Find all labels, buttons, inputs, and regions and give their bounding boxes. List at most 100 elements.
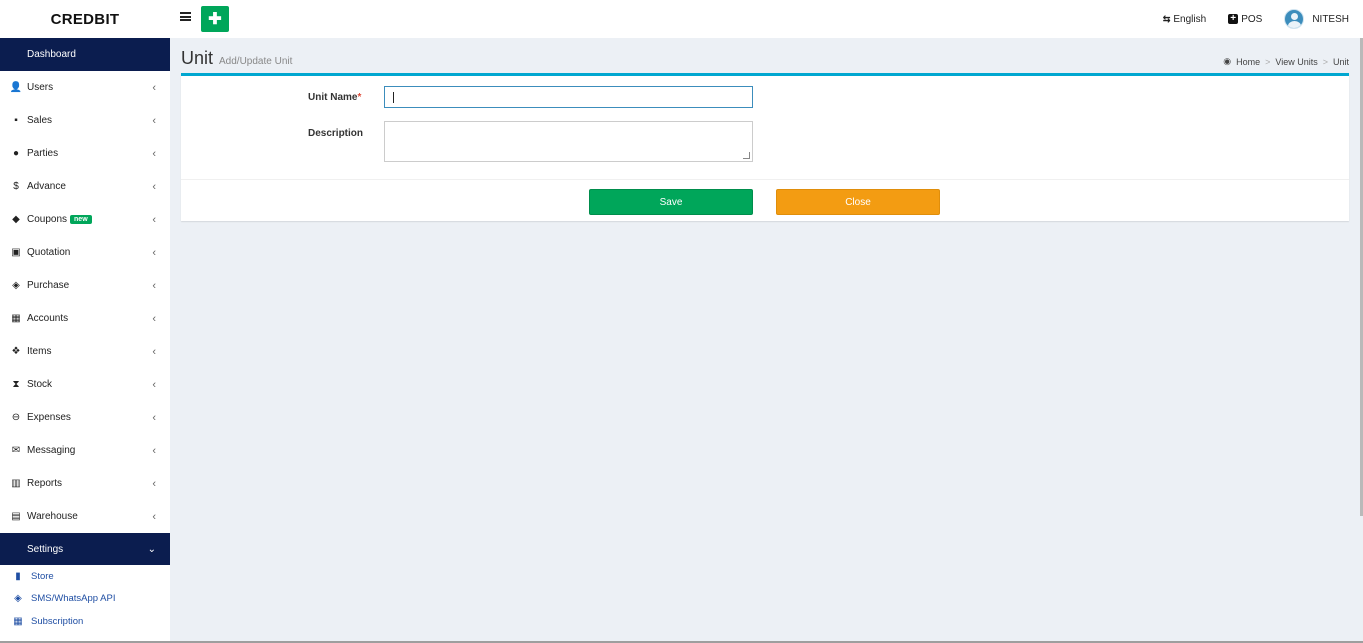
- building-icon: ▤: [11, 511, 21, 522]
- save-button[interactable]: Save: [589, 189, 753, 215]
- dashboard-icon: ◉: [1223, 56, 1232, 66]
- sidebar-item-accounts[interactable]: ▦ Accounts ‹: [0, 302, 170, 335]
- sidebar-subitem-sms-whatsapp-api[interactable]: ◈ SMS/WhatsApp API: [0, 588, 170, 611]
- close-button[interactable]: Close: [776, 189, 940, 215]
- sidebar-item-label: Parties: [27, 148, 59, 159]
- description-label: Description: [308, 128, 364, 139]
- sidebar-item-label: Quotation: [27, 247, 71, 258]
- chevron-left-icon: ‹: [152, 279, 156, 292]
- breadcrumb-separator: >: [1322, 56, 1328, 67]
- unit-form-box: Unit Name* Description Save Close: [181, 73, 1349, 221]
- sidebar-item-advance[interactable]: $ Advance ‹: [0, 170, 170, 203]
- sidebar-item-label: Messaging: [27, 445, 76, 456]
- sidebar-item-reports[interactable]: ▥ Reports ‹: [0, 467, 170, 500]
- sidebar-subitem-subscription[interactable]: ▦ Subscription: [0, 610, 170, 633]
- briefcase-icon: ▮: [15, 570, 21, 582]
- chevron-left-icon: ‹: [152, 444, 156, 457]
- top-navbar: CREDBIT ✚ ⇆ English + POS NITESH: [0, 0, 1363, 38]
- user-menu[interactable]: NITESH: [1284, 9, 1349, 29]
- language-label: English: [1173, 13, 1207, 25]
- chevron-left-icon: ‹: [152, 312, 156, 325]
- sidebar-item-label: Reports: [27, 478, 63, 489]
- required-mark: *: [357, 92, 362, 103]
- page-subtitle: Add/Update Unit: [219, 56, 293, 67]
- plus-icon: ✚: [208, 11, 222, 28]
- user-name: NITESH: [1312, 13, 1349, 25]
- breadcrumb-separator: >: [1265, 56, 1271, 67]
- breadcrumb-view-units[interactable]: View Units: [1275, 57, 1317, 67]
- sidebar-item-users[interactable]: 👤 Users ‹: [0, 71, 170, 104]
- sidebar-item-label: Coupons: [27, 214, 68, 225]
- calendar-icon: ▦: [13, 615, 23, 627]
- page-header: Unit Add/Update Unit: [181, 48, 292, 69]
- sidebar-item-purchase[interactable]: ◈ Purchase ‹: [0, 269, 170, 302]
- sidebar-item-settings[interactable]: Settings ⌄: [0, 533, 170, 565]
- sidebar-item-expenses[interactable]: ⊖ Expenses ‹: [0, 401, 170, 434]
- sidebar-item-quotation[interactable]: ▣ Quotation ‹: [0, 236, 170, 269]
- breadcrumb: ◉ Home > View Units > Unit: [1223, 56, 1349, 67]
- chevron-left-icon: ‹: [152, 510, 156, 523]
- dollar-icon: $: [13, 181, 19, 192]
- plus-square-icon: +: [1228, 14, 1239, 24]
- avatar: [1284, 9, 1305, 29]
- minus-circle-icon: ⊖: [11, 412, 21, 423]
- unit-name-input[interactable]: [384, 86, 753, 108]
- sidebar-item-parties[interactable]: ● Parties ‹: [0, 137, 170, 170]
- sidebar-item-label: Dashboard: [27, 49, 76, 60]
- sidebar-item-dashboard[interactable]: Dashboard: [0, 38, 170, 71]
- chevron-left-icon: ‹: [152, 213, 156, 226]
- sidebar-item-coupons[interactable]: ◆ Coupons new ‹: [0, 203, 170, 236]
- chevron-left-icon: ‹: [152, 345, 156, 358]
- sidebar-item-sales[interactable]: ▪ Sales ‹: [0, 104, 170, 137]
- sidebar-item-items[interactable]: ❖ Items ‹: [0, 335, 170, 368]
- sidebar-item-label: Settings: [27, 543, 64, 555]
- chevron-left-icon: ‹: [152, 114, 156, 127]
- sidebar-subitem-label: Store: [31, 570, 54, 582]
- pos-link[interactable]: + POS: [1228, 14, 1262, 25]
- sidebar-item-label: Purchase: [27, 280, 70, 291]
- chevron-left-icon: ‹: [152, 477, 156, 490]
- cube-icon: ◈: [12, 280, 20, 291]
- chevron-left-icon: ‹: [152, 378, 156, 391]
- chevron-down-icon: ⌄: [147, 543, 156, 555]
- sidebar-item-label: Expenses: [27, 412, 71, 423]
- navbar-right: ⇆ English + POS NITESH: [1163, 0, 1349, 38]
- description-textarea[interactable]: [384, 121, 753, 162]
- sidebar-toggle-icon[interactable]: [180, 12, 191, 21]
- sidebar-item-label: Accounts: [27, 313, 69, 324]
- form-divider: [181, 179, 1349, 180]
- add-new-button[interactable]: ✚: [201, 6, 229, 32]
- sidebar-item-warehouse[interactable]: ▤ Warehouse ‹: [0, 500, 170, 533]
- calendar-plus-icon: ▣: [11, 247, 21, 258]
- page-title: Unit: [181, 48, 214, 68]
- chevron-left-icon: ‹: [152, 147, 156, 160]
- sidebar-item-messaging[interactable]: ✉ Messaging ‹: [0, 434, 170, 467]
- breadcrumb-home[interactable]: Home: [1236, 57, 1260, 67]
- sidebar-item-label: Items: [27, 346, 52, 357]
- sidebar: Dashboard 👤 Users ‹ ▪ Sales ‹ ● Parties …: [0, 38, 170, 643]
- language-icon: ⇆: [1162, 13, 1171, 24]
- unit-name-label: Unit Name*: [308, 92, 361, 103]
- sidebar-subitem-label: Subscription: [31, 615, 84, 627]
- breadcrumb-current: Unit: [1332, 56, 1349, 67]
- text-caret: [393, 92, 394, 103]
- cubes-icon: ❖: [11, 346, 21, 357]
- sidebar-item-label: Stock: [27, 379, 53, 390]
- bar-chart-icon: ▥: [11, 478, 21, 489]
- sidebar-item-stock[interactable]: ⧗ Stock ‹: [0, 368, 170, 401]
- hourglass-icon: ⧗: [12, 379, 20, 390]
- chevron-left-icon: ‹: [152, 81, 156, 94]
- envelope-icon: ✉: [11, 445, 21, 456]
- new-badge: new: [70, 215, 92, 224]
- unit-name-label-text: Unit Name: [308, 92, 358, 103]
- cart-icon: ▪: [14, 115, 18, 126]
- language-selector[interactable]: ⇆ English: [1163, 14, 1206, 25]
- chevron-left-icon: ‹: [152, 180, 156, 193]
- sidebar-subitem-store[interactable]: ▮ Store: [0, 565, 170, 588]
- chevron-left-icon: ‹: [152, 411, 156, 424]
- tags-icon: ◆: [12, 214, 20, 225]
- sidebar-item-label: Advance: [27, 181, 66, 192]
- sidebar-item-label: Sales: [27, 115, 53, 126]
- resize-handle-icon[interactable]: [743, 152, 750, 159]
- app-logo[interactable]: CREDBIT: [0, 0, 170, 38]
